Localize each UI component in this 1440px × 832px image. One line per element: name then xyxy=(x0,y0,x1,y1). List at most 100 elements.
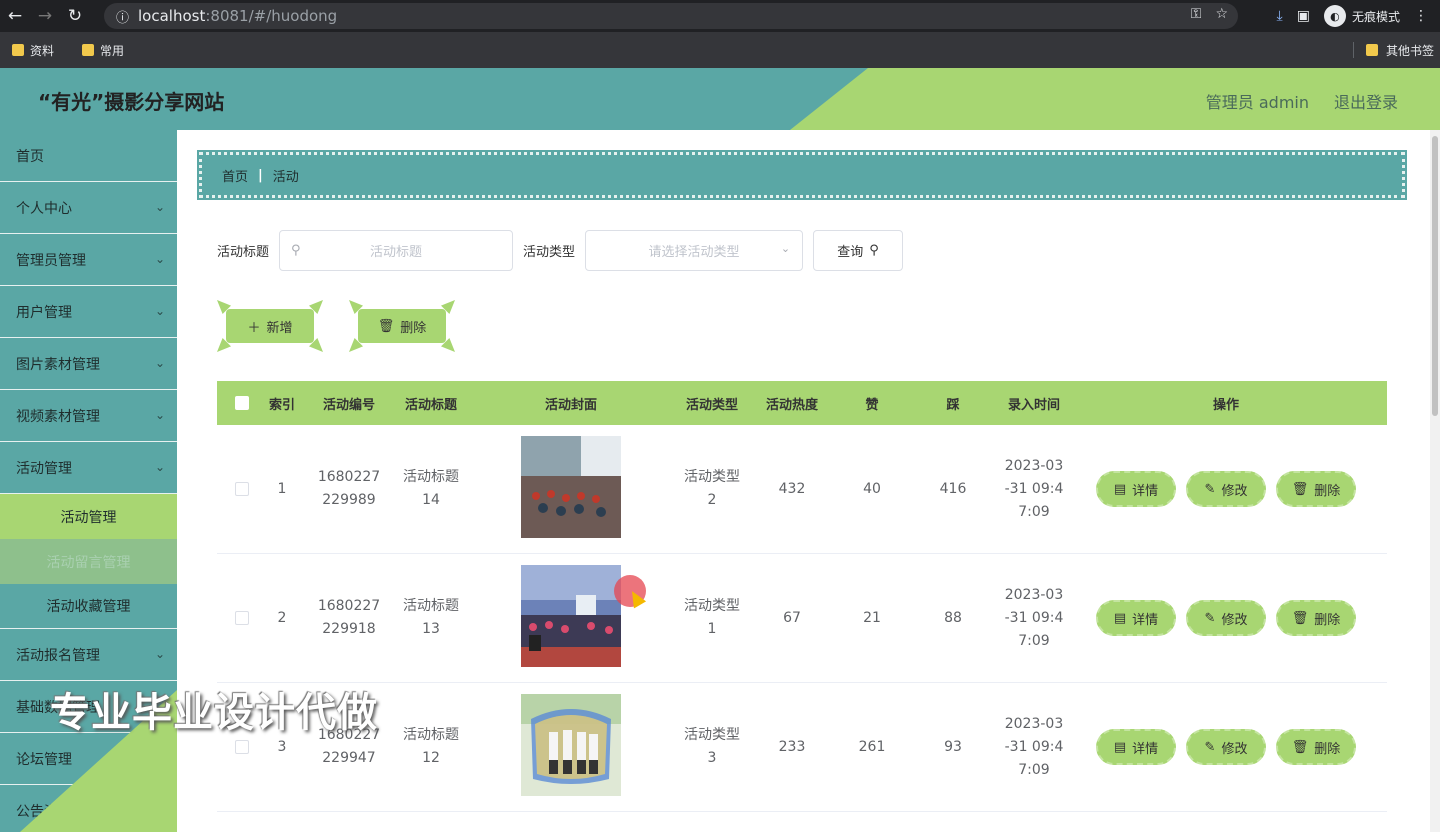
action-bar: ＋新增 🗑 删除 xyxy=(217,300,455,352)
query-button[interactable]: 查询 ⚲ xyxy=(813,230,904,271)
cell-hot: 432 xyxy=(778,481,806,497)
trash-icon: 🗑 xyxy=(1291,739,1309,755)
cell-title: 活动标题 14 xyxy=(403,469,459,508)
folder-icon xyxy=(1365,44,1378,56)
type-select[interactable]: 请选择活动类型 ⌄ xyxy=(585,230,804,271)
detail-button[interactable]: ▤ 详情 xyxy=(1096,471,1176,507)
bookmarks-bar: 资料 常用 其他书签 xyxy=(0,32,1440,68)
sidebar-subitem-activity-favorites[interactable]: 活动收藏管理 xyxy=(0,584,177,629)
cell-time: 2023-03 -31 09:4 7:09 xyxy=(1004,715,1064,778)
title-label: 活动标题 xyxy=(217,245,270,260)
add-button[interactable]: ＋新增 xyxy=(217,300,323,352)
logout-button[interactable]: 退出登录 xyxy=(1334,89,1398,113)
sidebar-item[interactable]: 首页 xyxy=(0,130,177,182)
sidebar-subitem-activity[interactable]: 活动管理 xyxy=(0,494,177,539)
plus-icon: ＋ xyxy=(247,320,261,336)
sidebar-item-label: 图片素材管理 xyxy=(16,356,100,373)
url-host: localhost xyxy=(138,7,206,25)
incognito-icon: ◐ xyxy=(1323,5,1346,27)
watermark-text: 专业毕业设计代做 xyxy=(50,690,378,736)
folder-icon xyxy=(12,44,24,56)
edit-button[interactable]: ✎ 修改 xyxy=(1186,600,1266,636)
pencil-icon: ✎ xyxy=(1204,481,1216,497)
page-scrollbar[interactable] xyxy=(1430,130,1440,832)
cell-type: 活动类型 2 xyxy=(684,469,740,508)
sidebar-item-label: 个人中心 xyxy=(16,200,72,217)
breadcrumb-home[interactable]: 首页 xyxy=(222,166,248,185)
column-header: 录入时间 xyxy=(1007,397,1060,413)
sidebar-item[interactable]: 活动报名管理 ⌄ xyxy=(0,629,177,681)
column-header: 索引 xyxy=(268,397,295,413)
column-header: 活动类型 xyxy=(685,397,738,413)
chevron-down-icon: ⌄ xyxy=(154,751,165,765)
back-icon[interactable]: ← xyxy=(0,6,30,26)
sidebar-subitem-activity-comments[interactable]: 活动留言管理 xyxy=(0,539,177,584)
document-icon: ▤ xyxy=(1113,739,1127,755)
star-icon[interactable]: ☆ xyxy=(1215,6,1228,22)
reload-icon[interactable]: ↻ xyxy=(60,6,90,26)
cover-image[interactable] xyxy=(521,694,621,800)
download-icon[interactable]: ⤓ xyxy=(1277,8,1283,24)
breadcrumb-current: 活动 xyxy=(272,169,299,185)
sidebar-item[interactable]: 图片素材管理 ⌄ xyxy=(0,338,177,390)
edit-button[interactable]: ✎ 修改 xyxy=(1186,471,1266,507)
sidebar-item-label: 首页 xyxy=(16,148,44,165)
column-header: 活动热度 xyxy=(765,397,818,413)
title-search-input[interactable]: ⚲ 活动标题 xyxy=(279,230,514,271)
batch-delete-button[interactable]: 🗑 删除 xyxy=(349,300,455,352)
column-header: 活动封面 xyxy=(544,397,597,413)
detail-button[interactable]: ▤ 详情 xyxy=(1096,600,1176,636)
column-header: 操作 xyxy=(1212,397,1239,413)
cell-hot: 233 xyxy=(778,739,806,755)
type-placeholder: 请选择活动类型 xyxy=(648,245,740,260)
forward-icon[interactable]: → xyxy=(30,6,60,26)
column-header: 赞 xyxy=(865,397,879,413)
row-checkbox[interactable] xyxy=(235,482,249,496)
sidebar-item[interactable]: 论坛管理 ⌄ xyxy=(0,733,177,785)
delete-button[interactable]: 🗑 删除 xyxy=(1276,600,1356,636)
sidebar-item[interactable]: 活动管理 ⌄ xyxy=(0,442,177,494)
edit-button[interactable]: ✎ 修改 xyxy=(1186,729,1266,765)
pencil-icon: ✎ xyxy=(1204,739,1216,755)
scrollbar-thumb[interactable] xyxy=(1432,136,1438,416)
chevron-down-icon: ⌄ xyxy=(154,647,165,661)
sidebar-item-label: 活动管理 xyxy=(16,460,72,477)
bookmark-folder[interactable]: 常用 xyxy=(82,42,124,59)
cell-cover xyxy=(461,565,681,671)
incognito-label: 无痕模式 xyxy=(1351,9,1400,24)
delete-button[interactable]: 🗑 删除 xyxy=(1276,729,1356,765)
address-bar[interactable]: ⓘ localhost :8081/#/huodong ⚿ ☆ xyxy=(104,3,1238,29)
document-icon: ▤ xyxy=(1113,481,1127,497)
sidebar-item-label: 论坛管理 xyxy=(16,751,72,768)
column-header: 活动标题 xyxy=(404,397,457,413)
browser-toolbar: ← → ↻ ⓘ localhost :8081/#/huodong ⚿ ☆ ⤓ … xyxy=(0,0,1440,32)
menu-icon[interactable]: ⋮ xyxy=(1414,8,1428,24)
site-info-icon[interactable]: ⓘ xyxy=(116,7,138,26)
chevron-down-icon: ⌄ xyxy=(154,200,165,214)
table-row: 2 1680227 229918 活动标题 13 活动类型 1 67 21 88 2023-03 -3… xyxy=(217,554,1387,683)
cell-like: 21 xyxy=(863,610,881,626)
bookmark-folder[interactable]: 资料 xyxy=(12,42,54,59)
row-checkbox[interactable] xyxy=(235,611,249,625)
detail-button[interactable]: ▤ 详情 xyxy=(1096,729,1176,765)
sidebar-item[interactable]: 用户管理 ⌄ xyxy=(0,286,177,338)
cover-image[interactable] xyxy=(521,436,621,542)
sidebar-item[interactable]: 个人中心 ⌄ xyxy=(0,182,177,234)
select-all-checkbox[interactable] xyxy=(235,396,249,410)
search-icon: ⚲ xyxy=(869,243,879,258)
sidepanel-icon[interactable]: ▣ xyxy=(1297,8,1310,24)
key-icon[interactable]: ⚿ xyxy=(1191,6,1202,22)
search-icon: ⚲ xyxy=(291,243,301,258)
cover-image[interactable] xyxy=(521,565,621,671)
other-bookmarks[interactable]: 其他书签 xyxy=(1386,42,1434,59)
incognito-badge[interactable]: ◐ 无痕模式 xyxy=(1323,5,1400,27)
sidebar-item[interactable]: 视频素材管理 ⌄ xyxy=(0,390,177,442)
chevron-down-icon: ⌄ xyxy=(154,304,165,318)
delete-button[interactable]: 🗑 删除 xyxy=(1276,471,1356,507)
cell-type: 活动类型 1 xyxy=(684,598,740,637)
sidebar-item[interactable]: 管理员管理 ⌄ xyxy=(0,234,177,286)
sidebar-item[interactable]: 公告资讯管理 ⌄ xyxy=(0,785,177,832)
row-checkbox[interactable] xyxy=(235,740,249,754)
chevron-down-icon: ⌄ xyxy=(154,356,165,370)
cell-code: 1680227 229918 xyxy=(317,598,381,637)
